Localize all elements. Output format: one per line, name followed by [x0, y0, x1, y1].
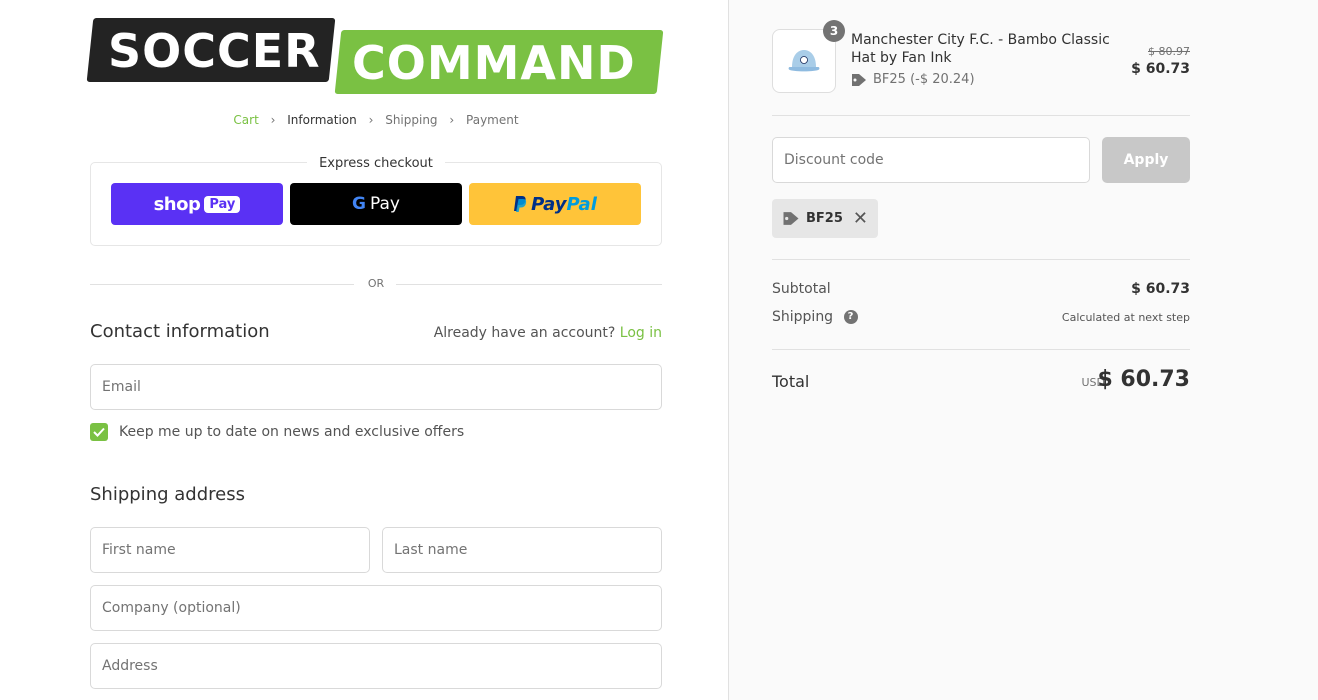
main-column: SOCCER COMMAND Cart › Information › Ship… — [0, 0, 728, 700]
store-logo[interactable]: SOCCER COMMAND — [86, 18, 664, 96]
paypal-pal-text: Pal — [566, 193, 597, 215]
discount-code-input[interactable] — [772, 137, 1090, 183]
breadcrumb-shipping: Shipping — [385, 113, 438, 127]
hat-icon — [788, 50, 820, 72]
breadcrumb-payment: Payment — [466, 113, 519, 127]
shop-pay-word: shop — [153, 193, 201, 215]
shipping-row-label: Shipping ? — [772, 309, 858, 325]
google-pay-button[interactable]: G Pay — [290, 183, 462, 225]
logo-soccer-text: SOCCER — [108, 24, 321, 78]
newsletter-checkbox[interactable] — [90, 423, 108, 441]
newsletter-option[interactable]: Keep me up to date on news and exclusive… — [90, 423, 464, 441]
newsletter-label: Keep me up to date on news and exclusive… — [119, 424, 465, 440]
shipping-label: Shipping — [772, 309, 834, 325]
total-label: Total — [772, 372, 810, 391]
paypal-p-icon — [514, 196, 527, 212]
shop-pay-badge: Pay — [204, 195, 241, 213]
discounted-price: $ 60.73 — [1131, 61, 1190, 77]
company-input[interactable] — [90, 585, 662, 631]
first-name-input[interactable] — [90, 527, 370, 573]
shipping-address-title: Shipping address — [90, 484, 245, 505]
product-discount: BF25 (-$ 20.24) — [851, 72, 975, 87]
shop-pay-button[interactable]: shop Pay — [111, 183, 283, 225]
google-pay-label: Pay — [370, 194, 400, 214]
account-prompt: Already have an account? Log in — [434, 325, 662, 341]
apply-discount-button[interactable]: Apply — [1102, 137, 1190, 183]
remove-discount-icon[interactable]: ✕ — [853, 208, 868, 229]
applied-discount-tag: BF25 ✕ — [772, 199, 878, 238]
shipping-value: Calculated at next step — [1061, 311, 1190, 324]
last-name-input[interactable] — [382, 527, 662, 573]
or-label: OR — [367, 277, 385, 290]
subtotal-value: $ 60.73 — [1131, 281, 1190, 297]
login-link[interactable]: Log in — [620, 325, 662, 341]
google-g-icon: G — [352, 194, 366, 214]
quantity-badge: 3 — [823, 20, 845, 42]
order-summary-panel — [728, 0, 1318, 700]
chevron-right-icon: › — [368, 113, 374, 127]
chevron-right-icon: › — [270, 113, 276, 127]
product-discount-text: BF25 (-$ 20.24) — [873, 72, 975, 87]
tag-icon — [783, 212, 799, 225]
checkmark-icon — [93, 427, 105, 437]
logo-command-text: COMMAND — [352, 36, 636, 90]
breadcrumb: Cart › Information › Shipping › Payment — [90, 113, 662, 127]
paypal-button[interactable]: Pay Pal — [469, 183, 641, 225]
breadcrumb-information: Information — [287, 113, 357, 127]
paypal-pay-text: Pay — [531, 193, 567, 215]
email-input[interactable] — [90, 364, 662, 410]
summary-divider — [772, 115, 1190, 116]
original-price: $ 80.97 — [1148, 45, 1190, 58]
contact-information-title: Contact information — [90, 321, 270, 342]
or-divider: OR — [90, 276, 662, 292]
subtotal-label: Subtotal — [772, 281, 831, 297]
express-checkout-title: Express checkout — [307, 156, 445, 171]
breadcrumb-cart[interactable]: Cart — [233, 113, 258, 127]
question-mark-icon[interactable]: ? — [843, 310, 858, 324]
express-checkout: Express checkout shop Pay G Pay Pay Pal — [90, 156, 662, 246]
summary-divider — [772, 259, 1190, 260]
tag-icon — [852, 73, 866, 86]
summary-divider — [772, 349, 1190, 350]
product-name: Manchester City F.C. - Bambo Classic Hat… — [851, 32, 1110, 66]
account-prompt-text: Already have an account? — [433, 325, 616, 341]
chevron-right-icon: › — [449, 113, 455, 127]
total-value: $ 60.73 — [1097, 367, 1190, 392]
address-input[interactable] — [90, 643, 662, 689]
applied-discount-code: BF25 — [806, 211, 843, 226]
